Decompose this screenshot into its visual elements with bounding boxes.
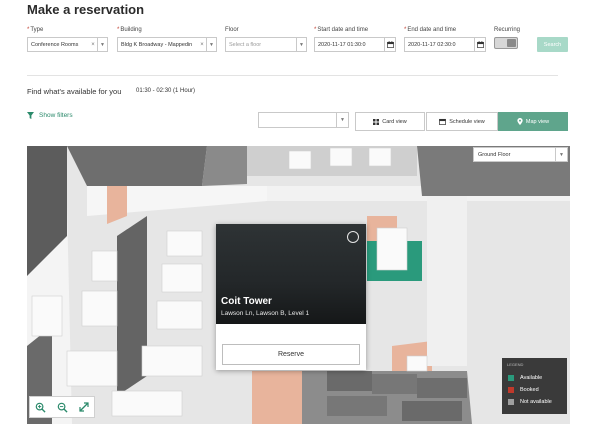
not-available-swatch	[508, 399, 514, 405]
view-dropdown[interactable]: ▼	[258, 112, 349, 128]
room-block[interactable]	[81, 290, 118, 327]
room-block[interactable]	[141, 345, 203, 377]
legend-title: LEGEND	[507, 362, 524, 367]
map-legend: LEGEND Available Booked Not available	[502, 358, 567, 414]
type-label: *Type	[27, 27, 44, 33]
end-datetime-input[interactable]: 2020-11-17 02:30:0	[404, 37, 486, 52]
wall	[67, 146, 207, 186]
filter-icon	[27, 112, 34, 119]
chevron-down-icon[interactable]: ▼	[555, 148, 567, 161]
grid-icon	[373, 118, 380, 125]
zoom-out-icon[interactable]	[57, 402, 68, 413]
building-select[interactable]: Bldg K Broadway - Mappedin × ▼	[117, 37, 217, 52]
room-block[interactable]	[406, 355, 428, 372]
room-block[interactable]	[31, 295, 63, 337]
floor-select[interactable]: Select a floor ▼	[225, 37, 307, 52]
expand-icon[interactable]	[79, 402, 89, 412]
calendar-icon[interactable]	[474, 38, 485, 51]
type-select[interactable]: Conference Rooms × ▼	[27, 37, 108, 52]
availability-time-range: 01:30 - 02:30 (1 Hour)	[136, 88, 196, 94]
room-title: Coit Tower	[221, 296, 272, 307]
chevron-down-icon[interactable]: ▼	[296, 38, 306, 51]
toggle-knob	[507, 39, 516, 47]
gray-room[interactable]	[372, 374, 417, 394]
schedule-view-button[interactable]: Schedule view	[426, 112, 498, 131]
wall	[202, 146, 247, 186]
availability-heading: Find what's available for you	[27, 87, 122, 96]
clear-icon[interactable]: ×	[198, 42, 206, 48]
start-datetime-input[interactable]: 2020-11-17 01:30:0	[314, 37, 396, 52]
zoom-in-icon[interactable]	[35, 402, 46, 413]
calendar-icon	[439, 118, 447, 125]
corridor	[427, 196, 467, 366]
room-block[interactable]	[368, 147, 392, 167]
start-label: *Start date and time	[314, 27, 369, 33]
room-block[interactable]	[288, 150, 312, 170]
legend-item-not-available: Not available	[508, 399, 552, 405]
gray-room[interactable]	[417, 378, 467, 398]
chevron-down-icon[interactable]: ▼	[206, 38, 216, 51]
floor-level-select[interactable]: Ground Floor ▼	[473, 147, 568, 162]
room-block[interactable]	[376, 227, 408, 271]
show-filters-link[interactable]: Show filters	[27, 112, 73, 119]
room-block[interactable]	[111, 390, 183, 417]
legend-item-available: Available	[508, 375, 542, 381]
legend-item-booked: Booked	[508, 387, 539, 393]
close-icon[interactable]	[347, 231, 359, 243]
gray-room[interactable]	[327, 396, 387, 416]
clear-icon[interactable]: ×	[89, 42, 97, 48]
room-block[interactable]	[91, 250, 118, 282]
divider	[27, 75, 558, 76]
room-block[interactable]	[66, 350, 118, 387]
booked-swatch	[508, 387, 514, 393]
recurring-label: Recurring	[494, 27, 521, 33]
room-block[interactable]	[156, 300, 203, 330]
calendar-icon[interactable]	[384, 38, 395, 51]
room-block[interactable]	[329, 147, 353, 167]
map-view-button[interactable]: Map view	[498, 112, 568, 131]
gray-room[interactable]	[402, 401, 462, 421]
room-image	[216, 224, 366, 324]
room-location: Lawson Ln, Lawson B, Level 1	[221, 310, 310, 317]
building-label: *Building	[117, 27, 142, 33]
room-block[interactable]	[161, 263, 203, 293]
chevron-down-icon[interactable]: ▼	[336, 113, 348, 127]
room-block[interactable]	[166, 230, 203, 257]
card-view-button[interactable]: Card view	[355, 112, 425, 131]
reserve-button[interactable]: Reserve	[222, 344, 360, 365]
search-button[interactable]: Search	[537, 37, 568, 52]
room-popup: Coit Tower Lawson Ln, Lawson B, Level 1 …	[216, 224, 366, 370]
end-label: *End date and time	[404, 27, 457, 33]
chevron-down-icon[interactable]: ▼	[97, 38, 107, 51]
map-pin-icon	[517, 118, 523, 125]
available-swatch	[508, 375, 514, 381]
recurring-toggle[interactable]	[494, 37, 518, 49]
map-controls	[29, 396, 95, 418]
gray-room[interactable]	[327, 371, 372, 391]
page-title: Make a reservation	[27, 2, 145, 17]
floor-label: Floor	[225, 27, 239, 33]
